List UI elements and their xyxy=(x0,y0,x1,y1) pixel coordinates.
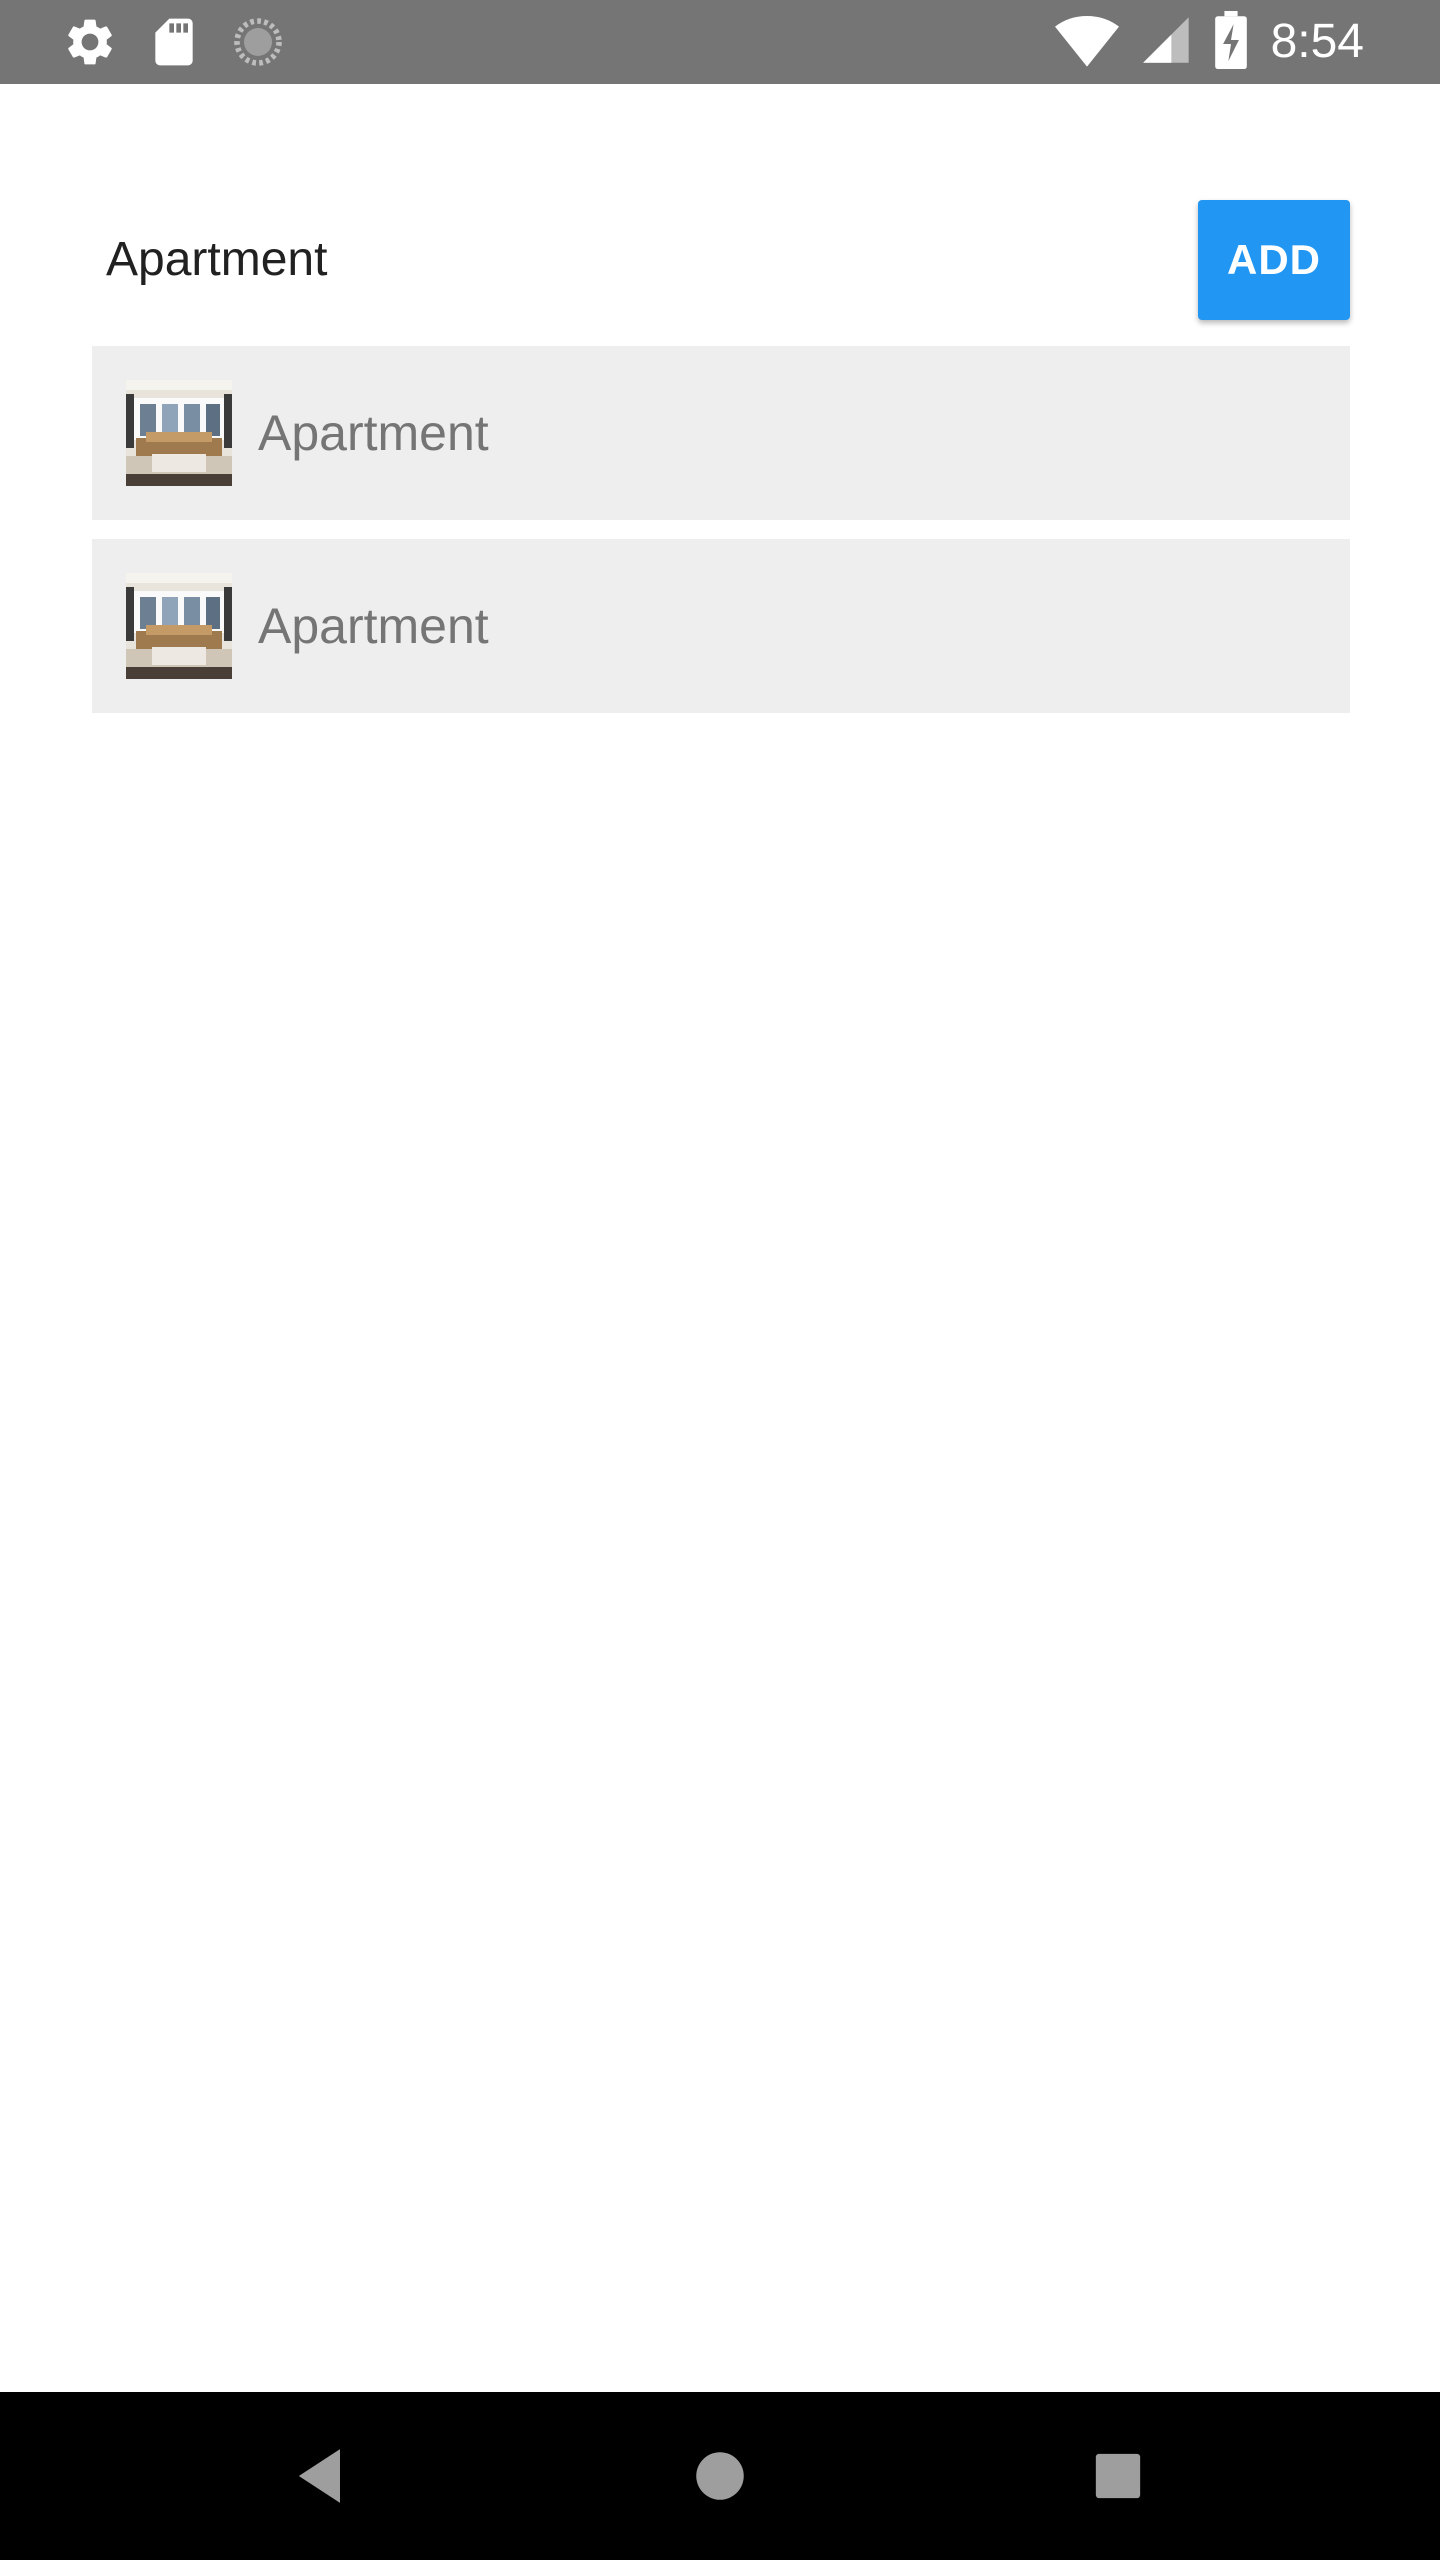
status-clock: 8:54 xyxy=(1270,15,1364,68)
status-bar: 8:54 xyxy=(0,0,1440,84)
gear-icon xyxy=(62,14,118,70)
sync-spinner-icon xyxy=(230,14,286,70)
apartment-list: Apartment Apartment xyxy=(92,346,1350,732)
sd-card-icon xyxy=(146,14,202,70)
status-left-icons xyxy=(62,14,314,70)
home-icon[interactable] xyxy=(682,2438,758,2514)
list-item-label: Apartment xyxy=(258,405,489,461)
battery-charging-icon xyxy=(1214,10,1247,74)
apartment-thumbnail xyxy=(126,380,232,486)
cell-signal-icon xyxy=(1141,12,1193,73)
back-icon[interactable] xyxy=(283,2438,359,2514)
navigation-bar xyxy=(0,2392,1440,2560)
page-title: Apartment xyxy=(106,233,328,286)
add-button[interactable]: ADD xyxy=(1198,200,1350,320)
recents-icon[interactable] xyxy=(1080,2438,1156,2514)
header-row: Apartment ADD xyxy=(92,198,1350,322)
list-item[interactable]: Apartment xyxy=(92,539,1350,713)
list-item-label: Apartment xyxy=(258,598,489,654)
wifi-icon xyxy=(1054,12,1119,73)
apartment-thumbnail xyxy=(126,573,232,679)
status-right-icons: 8:54 xyxy=(1054,10,1386,74)
list-item[interactable]: Apartment xyxy=(92,346,1350,520)
